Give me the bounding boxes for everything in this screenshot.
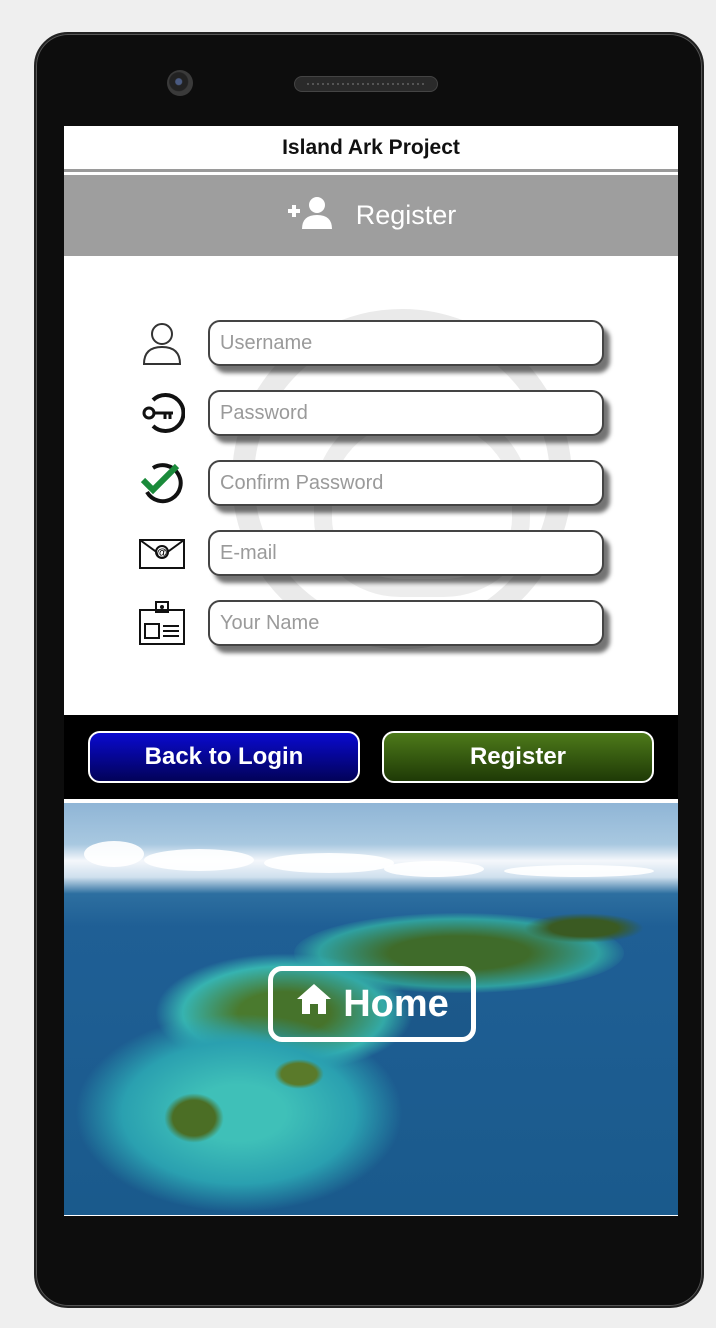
key-icon (136, 389, 188, 437)
home-icon (295, 982, 333, 1026)
email-row: @ (136, 529, 606, 577)
svg-text:@: @ (157, 547, 168, 559)
speaker-grille (294, 76, 438, 92)
id-card-icon (136, 599, 188, 647)
home-button[interactable]: Home (268, 966, 476, 1042)
phone-frame: Island Ark Project Register Username @ E… (34, 32, 704, 1308)
register-form: @ (64, 259, 678, 711)
email-input[interactable] (208, 530, 604, 576)
register-button[interactable]: Register (382, 731, 654, 783)
check-icon (136, 459, 188, 507)
action-bar: Back to Login Register (64, 711, 678, 803)
confirm-password-input[interactable] (208, 460, 604, 506)
email-icon: @ (136, 529, 188, 577)
home-label: Home (343, 982, 449, 1025)
user-icon (136, 319, 188, 367)
camera-icon (167, 70, 193, 96)
password-row (136, 389, 606, 437)
name-input[interactable] (208, 600, 604, 646)
app-title: Island Ark Project (64, 126, 678, 172)
add-user-icon (286, 195, 336, 236)
password-input[interactable] (208, 390, 604, 436)
username-input[interactable] (208, 320, 604, 366)
confirm-password-row (136, 459, 606, 507)
app-screen: Island Ark Project Register Username @ E… (64, 126, 678, 1216)
name-row (136, 599, 606, 647)
island-photo: Home (64, 803, 678, 1215)
register-header: Register (64, 175, 678, 259)
register-title: Register (355, 200, 457, 230)
back-to-login-button[interactable]: Back to Login (88, 731, 360, 783)
username-row (136, 319, 606, 367)
